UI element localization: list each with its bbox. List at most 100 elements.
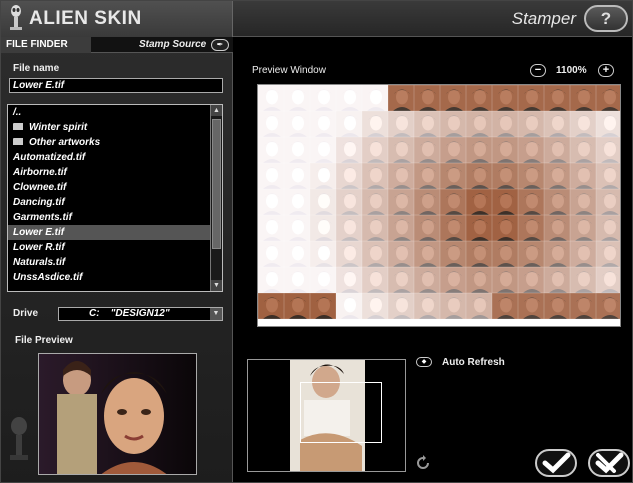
alien-ghost-icon [10,417,28,460]
cancel-button[interactable] [588,449,630,477]
zoom-in-button[interactable]: + [598,64,614,77]
mosaic-tile [466,189,492,215]
mosaic-tile [258,267,284,293]
navigator-viewport[interactable] [300,382,382,443]
preview-window[interactable] [257,84,621,327]
file-item[interactable]: Lower E.tif [8,225,210,240]
file-preview-label: File Preview [15,335,73,346]
mosaic-tile [284,267,310,293]
mosaic-tile [388,241,414,267]
file-item-label: Automatized.tif [13,152,86,163]
scroll-up-icon[interactable]: ▲ [211,105,222,116]
file-item[interactable]: Garments.tif [8,210,210,225]
mosaic-tile [440,137,466,163]
file-item[interactable]: Dancing.tif [8,195,210,210]
file-item[interactable]: Airborne.tif [8,165,210,180]
auto-refresh-label: Auto Refresh [442,357,505,368]
mosaic-tile [492,163,518,189]
mosaic-tile [284,137,310,163]
mosaic-tile [310,293,336,319]
mosaic-tile [362,293,388,319]
mosaic-tile [336,137,362,163]
scroll-down-icon[interactable]: ▼ [211,280,222,291]
mosaic-tile [518,85,544,111]
mosaic-tile [440,267,466,293]
mosaic-tile [440,163,466,189]
mosaic-tile [570,267,596,293]
mosaic-tile [258,85,284,111]
drive-select[interactable]: C: "DESIGN12" ▼ [58,307,223,321]
mosaic-tile [284,111,310,137]
navigator-thumbnail[interactable] [247,359,406,472]
file-item[interactable]: Naturals.tif [8,255,210,270]
mosaic-tile [414,293,440,319]
preview-panel: Preview Window − 1100% + ◆ Auto Refresh [234,37,632,482]
mosaic-tile [388,163,414,189]
mosaic-tile [388,189,414,215]
file-list-scrollbar[interactable]: ▲ ▼ [210,105,222,291]
file-item[interactable]: Clownee.tif [8,180,210,195]
mosaic-tile [518,215,544,241]
app-title: Stamper [511,9,576,28]
mosaic-tile [414,163,440,189]
mosaic-tile [310,163,336,189]
mosaic-tile [544,293,570,319]
mosaic-tile [284,241,310,267]
mosaic-tile [362,189,388,215]
mosaic-tile [544,241,570,267]
mosaic-tile [258,111,284,137]
file-item-label: Lower E.tif [13,227,65,238]
mosaic-tile [492,293,518,319]
mosaic-tile [388,267,414,293]
stamp-source-icon[interactable]: ✒ [211,39,229,51]
tab-stamp-source[interactable]: Stamp Source [139,37,206,53]
mosaic-tile [440,85,466,111]
parent-folder-item[interactable]: /.. [8,105,210,120]
mosaic-tile [544,85,570,111]
file-item[interactable]: UnssAsdice.tif [8,270,210,285]
mosaic-tile [388,293,414,319]
mosaic-tile [596,267,620,293]
help-button[interactable]: ? [584,5,628,32]
ok-button[interactable] [535,449,577,477]
mosaic-tile [336,267,362,293]
chevron-down-icon[interactable]: ▼ [210,308,222,320]
scroll-thumb[interactable] [212,119,221,249]
mosaic-tile [492,137,518,163]
folder-item[interactable]: Winter spirit [8,120,210,135]
mosaic-tile [362,85,388,111]
folder-item[interactable]: Other artworks [8,135,210,150]
mosaic-tile [518,293,544,319]
preview-window-label: Preview Window [252,65,326,76]
mosaic-tile [284,293,310,319]
mosaic-tile [570,85,596,111]
refresh-icon[interactable] [415,455,431,471]
mosaic-tile [466,293,492,319]
drive-label: Drive [13,308,39,319]
mosaic-tile [414,85,440,111]
mosaic-tile [388,111,414,137]
mosaic-tile [492,215,518,241]
mosaic-tile [336,293,362,319]
mosaic-tile [570,189,596,215]
file-list: /.. Winter spirit Other artworks Automatize… [7,104,223,292]
mosaic-tile [596,85,620,111]
drive-value: C: "DESIGN12" [89,308,170,319]
mosaic-tile [466,111,492,137]
mosaic-tile [570,111,596,137]
mosaic-tile [284,85,310,111]
mosaic-tile [440,215,466,241]
mosaic-tile [466,267,492,293]
file-item[interactable]: Automatized.tif [8,150,210,165]
file-name-input[interactable] [9,78,223,93]
tab-file-finder[interactable]: FILE FINDER [1,37,91,53]
mosaic-tile [388,137,414,163]
file-item[interactable]: Lower R.tif [8,240,210,255]
mosaic-tile [544,111,570,137]
mosaic-tile [258,293,284,319]
auto-refresh-toggle[interactable]: ◆ [416,357,432,367]
mosaic-tile [544,189,570,215]
mosaic-tile [440,293,466,319]
zoom-out-button[interactable]: − [530,64,546,77]
mosaic-tile [492,267,518,293]
